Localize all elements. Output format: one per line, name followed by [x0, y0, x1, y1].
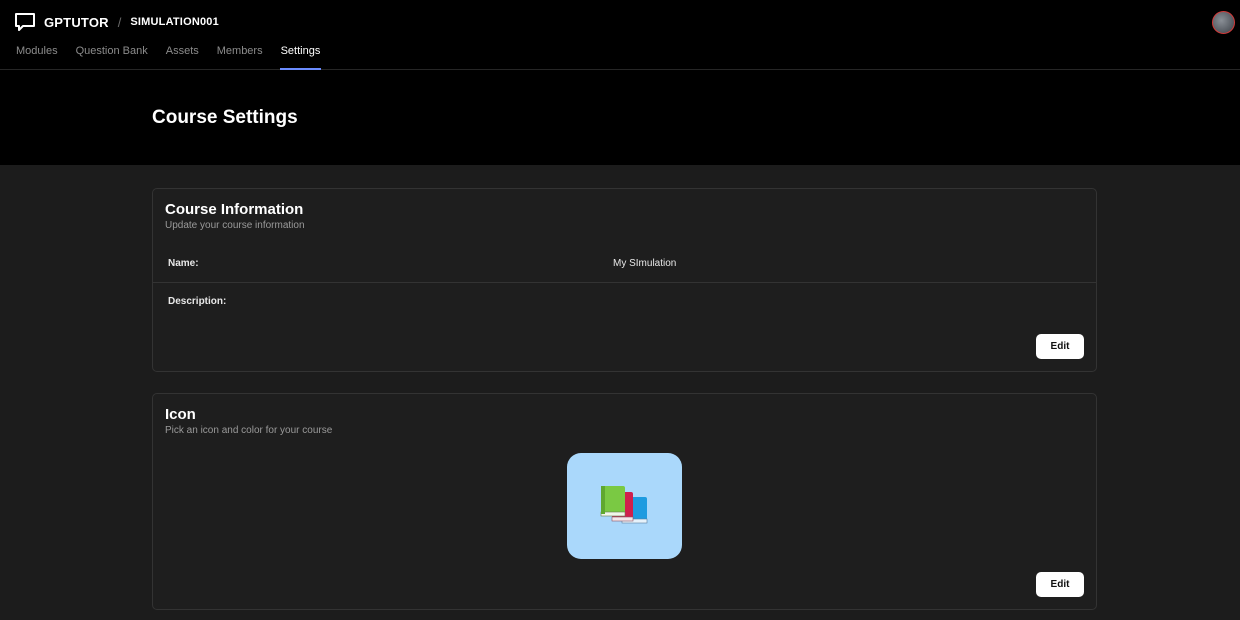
tab-modules[interactable]: Modules	[16, 45, 58, 70]
edit-icon-button[interactable]: Edit	[1036, 572, 1084, 597]
description-label: Description:	[168, 296, 227, 307]
course-information-card: Course Information Update your course in…	[152, 188, 1097, 372]
name-value: My SImulation	[613, 258, 677, 269]
course-information-title: Course Information	[165, 201, 304, 218]
chat-logo-icon[interactable]	[14, 12, 36, 32]
row-divider	[153, 282, 1096, 283]
tab-assets[interactable]: Assets	[166, 45, 199, 70]
nav-tabs: Modules Question Bank Assets Members Set…	[16, 45, 338, 70]
page-title: Course Settings	[152, 107, 298, 128]
edit-course-info-button[interactable]: Edit	[1036, 334, 1084, 359]
tab-members[interactable]: Members	[217, 45, 263, 70]
course-code[interactable]: SIMULATION001	[130, 16, 219, 28]
course-icon-preview[interactable]	[567, 453, 682, 559]
top-bar: GPTUTOR / SIMULATION001 Modules Question…	[0, 0, 1240, 70]
breadcrumb-separator: /	[117, 14, 122, 30]
tab-question-bank[interactable]: Question Bank	[76, 45, 148, 70]
avatar[interactable]	[1212, 11, 1235, 34]
course-information-subtitle: Update your course information	[165, 220, 305, 231]
tab-settings[interactable]: Settings	[279, 45, 322, 70]
breadcrumb: GPTUTOR / SIMULATION001	[14, 11, 219, 33]
brand-name[interactable]: GPTUTOR	[44, 15, 109, 30]
name-label: Name:	[168, 258, 199, 269]
icon-card: Icon Pick an icon and color for your cou…	[152, 393, 1097, 610]
icon-section-subtitle: Pick an icon and color for your course	[165, 425, 333, 436]
books-icon	[600, 486, 647, 524]
icon-section-title: Icon	[165, 406, 196, 423]
